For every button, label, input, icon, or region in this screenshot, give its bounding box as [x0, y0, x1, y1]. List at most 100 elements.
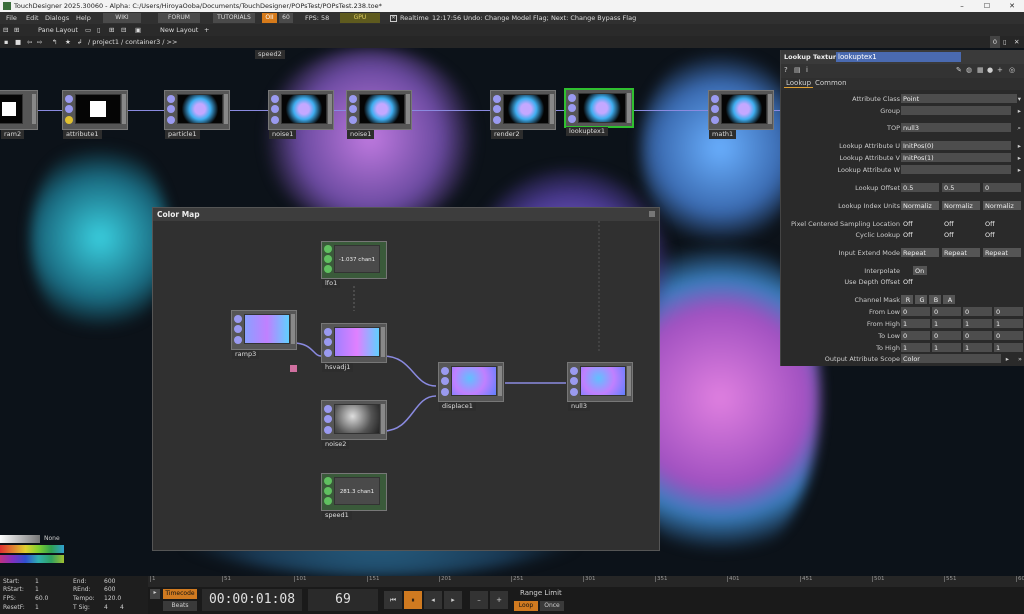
to-high-a[interactable]: 1 — [994, 343, 1023, 352]
cyclic-u-toggle[interactable]: Off — [901, 230, 927, 239]
extend-w-menu[interactable]: Repeat — [983, 248, 1021, 257]
lock-icon[interactable]: ▦ — [977, 66, 984, 74]
expand-icon[interactable]: » — [1018, 354, 1022, 364]
pixel-centered-w-toggle[interactable]: Off — [983, 219, 1009, 228]
from-high-g[interactable]: 1 — [932, 319, 961, 328]
step-forward-icon[interactable]: ▸ — [444, 591, 462, 609]
info-icon[interactable]: i — [806, 66, 808, 74]
node-noise1b[interactable]: noise1 — [346, 90, 412, 139]
tab-lookup[interactable]: Lookup — [784, 79, 814, 88]
tab-common[interactable]: Common — [815, 79, 847, 87]
cyclic-v-toggle[interactable]: Off — [942, 230, 968, 239]
mask-g-toggle[interactable]: G — [915, 295, 927, 304]
pixel-centered-u-toggle[interactable]: Off — [901, 219, 927, 228]
layout-2-icon[interactable]: ▯ — [97, 24, 101, 36]
mask-r-toggle[interactable]: R — [901, 295, 913, 304]
plus-icon[interactable]: + — [490, 591, 508, 609]
layout-4-icon[interactable]: ⊟ — [121, 24, 126, 36]
from-high-r[interactable]: 1 — [901, 319, 930, 328]
menu-arrow-icon[interactable]: ▾ — [1018, 94, 1021, 104]
pane-icon[interactable]: ⊟ — [3, 24, 8, 36]
offset-v-field[interactable]: 0.5 — [942, 183, 980, 192]
timecode-button[interactable]: Timecode — [163, 589, 197, 599]
comment-icon[interactable]: ◍ — [966, 66, 972, 74]
from-high-b[interactable]: 1 — [963, 319, 992, 328]
to-low-g[interactable]: 0 — [932, 331, 961, 340]
to-low-r[interactable]: 0 — [901, 331, 930, 340]
to-low-b[interactable]: 0 — [963, 331, 992, 340]
minus-icon[interactable]: – — [470, 591, 488, 609]
attribute-class-menu[interactable]: Point — [901, 94, 1017, 103]
viewer-flag-icon[interactable] — [290, 365, 297, 372]
extend-v-menu[interactable]: Repeat — [942, 248, 980, 257]
arrow-right-icon[interactable]: ▸ — [1018, 153, 1021, 163]
from-low-a[interactable]: 0 — [994, 307, 1023, 316]
tsig-value-2[interactable]: 4 — [120, 604, 124, 613]
color-map-pane[interactable]: Color Map -1.037 chan1 lfo1 ramp3 hsvadj… — [152, 207, 660, 551]
offset-u-field[interactable]: 0.5 — [901, 183, 939, 192]
from-low-b[interactable]: 0 — [963, 307, 992, 316]
rewind-icon[interactable]: ⏮ — [384, 591, 402, 609]
rstart-value[interactable]: 1 — [35, 586, 39, 595]
menu-file[interactable]: File — [6, 12, 17, 24]
tempo-value[interactable]: 120.0 — [104, 595, 121, 604]
help-icon[interactable]: ? — [784, 66, 788, 74]
tutorials-button[interactable]: TUTORIALS — [213, 13, 255, 23]
layout-3-icon[interactable]: ⊞ — [109, 24, 114, 36]
tsig-value-1[interactable]: 4 — [104, 604, 108, 613]
pause-icon[interactable]: ⏸ — [404, 591, 422, 609]
pane-number[interactable]: 0 — [990, 36, 1000, 48]
node-attribute1[interactable]: attribute1 — [62, 90, 128, 139]
realtime-checkbox[interactable]: ✕ — [390, 15, 397, 22]
lookup-v-field[interactable]: InitPos(1) — [901, 153, 1011, 162]
timecode-display[interactable]: 00:00:01:08 — [202, 589, 302, 611]
node-particle1[interactable]: particle1 — [164, 90, 230, 139]
step-back-icon[interactable]: ◂ — [424, 591, 442, 609]
output-scope-field[interactable]: Color — [901, 354, 1001, 363]
arrow-right-icon[interactable]: ▸ — [1018, 106, 1021, 116]
node-noise1[interactable]: noise1 — [268, 90, 334, 139]
home-icon[interactable]: ▪ — [4, 36, 8, 48]
pixel-centered-v-toggle[interactable]: Off — [942, 219, 968, 228]
gpu-button[interactable]: GPU — [340, 13, 380, 23]
node-noise2[interactable]: noise2 — [321, 400, 387, 449]
fps-value[interactable]: 60.0 — [35, 595, 48, 604]
arrow-right-icon[interactable]: ▸ — [1018, 141, 1021, 151]
node-ramp3[interactable]: ramp3 — [231, 310, 297, 359]
resetf-value[interactable]: 1 — [35, 604, 39, 613]
node-speed1[interactable]: 281.3 chan1 speed1 — [321, 473, 387, 520]
interpolate-toggle[interactable]: On — [913, 266, 927, 275]
add-layout-icon[interactable]: + — [204, 24, 209, 36]
edit-icon[interactable]: ✎ — [956, 66, 962, 74]
minimize-icon[interactable]: – — [950, 0, 974, 12]
node-lfo1[interactable]: -1.037 chan1 lfo1 — [321, 241, 387, 288]
pane-menu-icon[interactable] — [649, 211, 655, 217]
frame-display[interactable]: 69 — [308, 589, 378, 611]
loop-button[interactable]: Loop — [514, 601, 538, 611]
node-lookuptex1[interactable]: lookuptex1 — [564, 88, 634, 136]
timeline-ruler[interactable]: 151101151201251301351401451501551600 — [148, 576, 1024, 587]
top-field[interactable]: null3 — [901, 123, 1011, 132]
mask-b-toggle[interactable]: B — [929, 295, 941, 304]
oii-button[interactable]: OII — [262, 13, 277, 23]
extend-u-menu[interactable]: Repeat — [901, 248, 939, 257]
to-high-g[interactable]: 1 — [932, 343, 961, 352]
cyclic-w-toggle[interactable]: Off — [983, 230, 1009, 239]
lookup-w-field[interactable] — [901, 165, 1011, 174]
rend-value[interactable]: 600 — [104, 586, 115, 595]
node-hsvadj1[interactable]: hsvadj1 — [321, 323, 387, 372]
to-low-a[interactable]: 0 — [994, 331, 1023, 340]
split-icon[interactable]: ⊞ — [14, 24, 19, 36]
menu-edit[interactable]: Edit — [26, 12, 39, 24]
sixty-button[interactable]: 60 — [279, 13, 293, 23]
index-units-u-menu[interactable]: Normaliz — [901, 201, 939, 210]
node-null3[interactable]: null3 — [567, 362, 633, 411]
to-high-r[interactable]: 1 — [901, 343, 930, 352]
from-low-g[interactable]: 0 — [932, 307, 961, 316]
index-units-v-menu[interactable]: Normaliz — [942, 201, 980, 210]
group-field[interactable] — [901, 106, 1011, 115]
index-units-w-menu[interactable]: Normaliz — [983, 201, 1021, 210]
menu-help[interactable]: Help — [76, 12, 91, 24]
from-high-a[interactable]: 1 — [994, 319, 1023, 328]
layout-5-icon[interactable]: ▣ — [135, 24, 141, 36]
